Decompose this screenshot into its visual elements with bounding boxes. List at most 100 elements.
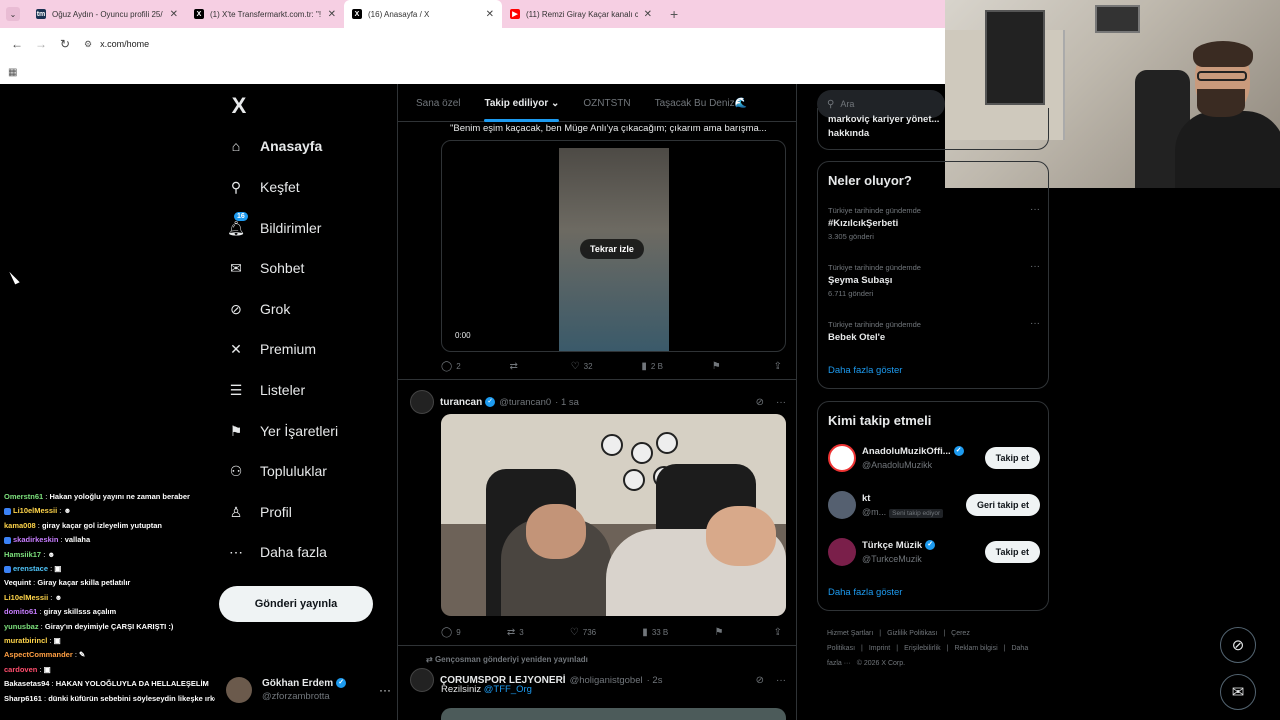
sidebar-item-communities[interactable]: ⚇ Topluluklar bbox=[226, 456, 327, 486]
account-switcher[interactable]: Gökhan Erdem ✓ @zforzambrotta ··· bbox=[226, 672, 391, 708]
browser-tab[interactable]: X (1) X'te Transfermarkt.com.tr: "! ✕ bbox=[186, 0, 344, 28]
sidebar-item-home[interactable]: ⌂ Anasayfa bbox=[226, 131, 323, 161]
who-to-follow-panel: Kimi takip etmeli AnadoluMuzikOffi... ✓ @A… bbox=[817, 401, 1049, 611]
who-show-more-link[interactable]: Daha fazla göster bbox=[828, 587, 902, 598]
avatar[interactable] bbox=[410, 668, 434, 692]
feed-tab[interactable]: Takip ediliyor ⌄ bbox=[474, 84, 569, 122]
x-logo-icon[interactable]: X bbox=[227, 94, 251, 118]
footer-link[interactable]: Imprint bbox=[869, 645, 890, 652]
replay-button[interactable]: Tekrar izle bbox=[580, 239, 644, 259]
browser-tab[interactable]: ▶ (11) Remzi Giray Kaçar kanalı ca ✕ bbox=[502, 0, 660, 28]
bookmark-button[interactable]: ⚑ bbox=[712, 361, 725, 372]
avatar[interactable] bbox=[828, 538, 856, 566]
grok-fab-icon[interactable]: ⊘ bbox=[1220, 627, 1256, 663]
timeline-post[interactable]: turancan ✓ @turancan0 · 1 sa ⊘ ··· ◯ 9 ⇄… bbox=[398, 380, 796, 646]
post-photo[interactable] bbox=[441, 414, 786, 616]
post-author-handle[interactable]: @holiganistgobel bbox=[570, 675, 643, 686]
follow-button[interactable]: Takip et bbox=[984, 447, 1040, 469]
tab-close-icon[interactable]: ✕ bbox=[170, 9, 178, 20]
grok-explain-icon[interactable]: ⊘ bbox=[756, 675, 764, 686]
snippet-text[interactable]: hakkında bbox=[828, 128, 869, 139]
reply-button[interactable]: ◯ 2 bbox=[441, 361, 461, 372]
forward-arrow-icon[interactable]: → bbox=[34, 37, 48, 51]
tab-close-icon[interactable]: ✕ bbox=[644, 9, 652, 20]
tab-close-icon[interactable]: ✕ bbox=[486, 9, 494, 20]
post-author-handle[interactable]: @turancan0 bbox=[499, 397, 551, 408]
avatar[interactable] bbox=[828, 491, 856, 519]
grok-explain-icon[interactable]: ⊘ bbox=[756, 397, 764, 408]
follow-button[interactable]: Takip et bbox=[984, 541, 1040, 563]
trend-item[interactable]: Türkiye tarihinde gündemde Bebek Otel'e ··… bbox=[828, 318, 1040, 346]
share-button[interactable]: ⇪ bbox=[774, 627, 786, 638]
trend-item[interactable]: Türkiye tarihinde gündemde #KızılcıkŞerbe… bbox=[828, 204, 1040, 241]
follow-button[interactable]: Geri takip et bbox=[965, 494, 1040, 516]
post-more-dots-icon[interactable]: ··· bbox=[776, 397, 786, 408]
browser-tab[interactable]: tm Oğuz Aydın - Oyuncu profili 25/ ✕ bbox=[28, 0, 186, 28]
share-button[interactable]: ⇪ bbox=[774, 361, 786, 372]
messages-fab-icon[interactable]: ✉ bbox=[1220, 674, 1256, 710]
sidebar-item-list[interactable]: ☰ Listeler bbox=[226, 375, 305, 405]
reply-button[interactable]: ◯ 9 bbox=[441, 627, 461, 638]
sidebar-item-bell[interactable]: 🔔︎ 16 Bildirimler bbox=[226, 212, 321, 243]
post-button[interactable]: Gönderi yayınla bbox=[219, 586, 373, 622]
repost-button[interactable]: ⇄ 3 bbox=[507, 627, 524, 638]
video-player[interactable]: Tekrar izle 0:00 bbox=[441, 140, 786, 352]
new-tab-button[interactable]: + bbox=[670, 6, 678, 22]
reload-icon[interactable]: ↻ bbox=[58, 37, 72, 51]
repost-label[interactable]: Gençosman gönderiyi yeniden yayınladı bbox=[435, 655, 588, 664]
avatar[interactable] bbox=[410, 390, 434, 414]
sidebar-item-search[interactable]: ⚲ Keşfet bbox=[226, 172, 300, 202]
sidebar-item-label: Anasayfa bbox=[260, 138, 323, 154]
reply-icon: ◯ bbox=[441, 626, 453, 638]
like-button[interactable]: ♡ 32 bbox=[571, 361, 593, 372]
feed-tab[interactable]: OZNTSTN bbox=[573, 84, 640, 122]
tab-favicon-icon: ▶ bbox=[510, 9, 520, 19]
post-time[interactable]: · 2s bbox=[647, 675, 663, 686]
footer-link[interactable]: Reklam bilgisi bbox=[954, 645, 997, 652]
avatar[interactable] bbox=[828, 444, 856, 472]
more-dots-icon[interactable]: ··· bbox=[379, 683, 391, 697]
sidebar-item-x-premium[interactable]: ✕ Premium bbox=[226, 334, 316, 364]
snippet-cut-text[interactable]: markoviç kariyer yönet... bbox=[828, 114, 939, 125]
trend-more-dots-icon[interactable]: ··· bbox=[1030, 204, 1040, 215]
trend-more-dots-icon[interactable]: ··· bbox=[1030, 261, 1040, 272]
sidebar-item-grok[interactable]: ⊘ Grok bbox=[226, 294, 290, 324]
like-button[interactable]: ♡ 736 bbox=[570, 627, 596, 638]
tab-search-menu-icon[interactable]: ⌄ bbox=[6, 7, 20, 21]
feed-tab[interactable]: Taşacak Bu Deniz🌊 bbox=[645, 84, 758, 122]
timeline-post[interactable]: "Benim eşim kaçacak, ben Müge Anlı'ya çı… bbox=[398, 84, 796, 380]
post-more-dots-icon[interactable]: ··· bbox=[776, 675, 786, 686]
sidebar-item-more-circle[interactable]: ⋯ Daha fazla bbox=[226, 537, 327, 567]
trend-item[interactable]: Türkiye tarihinde gündemde Şeyma Subaşı 6.… bbox=[828, 261, 1040, 298]
feed-tab[interactable]: Sana özel bbox=[406, 84, 470, 122]
views-button[interactable]: ▮ 2 B bbox=[641, 361, 663, 372]
footer-link[interactable]: Erişilebilirlik bbox=[904, 645, 941, 652]
views-bar-icon: ▮ bbox=[641, 360, 647, 372]
follow-suggestion[interactable]: kt @m... Seni takip ediyor Geri takip et bbox=[828, 489, 1040, 521]
back-arrow-icon[interactable]: ← bbox=[10, 37, 24, 51]
trend-more-dots-icon[interactable]: ··· bbox=[1030, 318, 1040, 329]
footer-link[interactable]: Hizmet Şartları bbox=[827, 630, 873, 637]
sidebar-item-envelope[interactable]: ✉ Sohbet bbox=[226, 253, 304, 283]
follow-suggestion[interactable]: Türkçe Müzik ✓ @TurkceMuzik Takip et bbox=[828, 536, 1040, 568]
apps-grid-icon[interactable]: ▦ bbox=[8, 67, 17, 78]
footer-link[interactable]: © 2026 X Corp. bbox=[857, 660, 905, 667]
post-time[interactable]: · 1 sa bbox=[555, 397, 579, 408]
trends-show-more-link[interactable]: Daha fazla göster bbox=[828, 365, 902, 376]
bookmark-button[interactable]: ⚑ bbox=[714, 627, 727, 638]
sidebar-item-profile[interactable]: ♙ Profil bbox=[226, 497, 292, 527]
footer-link[interactable]: Gizlilik Politikası bbox=[887, 630, 937, 637]
sidebar-item-bookmark[interactable]: ⚑ Yer İşaretleri bbox=[226, 416, 338, 446]
views-button[interactable]: ▮ 33 B bbox=[642, 627, 668, 638]
post-author-name[interactable]: turancan bbox=[440, 397, 482, 408]
post-photo[interactable] bbox=[441, 708, 786, 720]
repost-button[interactable]: ⇄ bbox=[509, 361, 521, 372]
timeline-post[interactable]: ⇄ Gençosman gönderiyi yeniden yayınladı … bbox=[398, 646, 796, 720]
browser-tab[interactable]: X (16) Anasayfa / X ✕ bbox=[344, 0, 502, 28]
follow-suggestion[interactable]: AnadoluMuzikOffi... ✓ @AnadoluMuzikk Takip … bbox=[828, 442, 1040, 474]
chat-text: HAKAN YOLOĞLUYLA DA HELLALEŞELİM bbox=[55, 679, 209, 689]
url-field[interactable]: ⚙ x.com/home bbox=[84, 39, 149, 50]
tab-close-icon[interactable]: ✕ bbox=[328, 9, 336, 20]
site-info-icon[interactable]: ⚙ bbox=[84, 39, 92, 50]
mention-link[interactable]: @TFF_Org bbox=[484, 684, 532, 695]
